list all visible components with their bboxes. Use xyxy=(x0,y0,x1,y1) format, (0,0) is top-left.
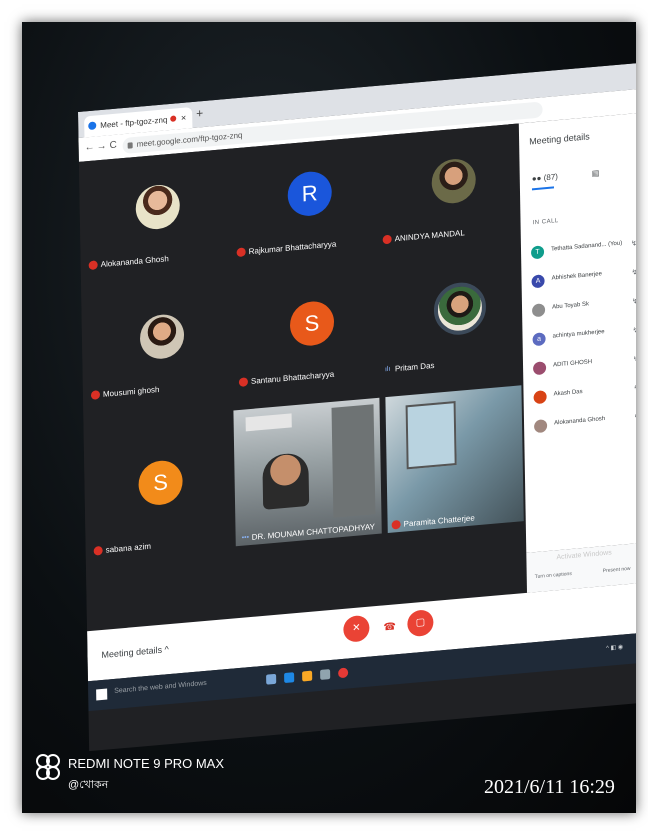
lock-icon xyxy=(127,142,133,149)
task-view-icon[interactable] xyxy=(266,673,277,685)
hang-up-icon[interactable]: ☎ xyxy=(383,621,396,633)
avatar xyxy=(135,183,181,231)
tab-people[interactable]: ●● (87) xyxy=(532,172,558,183)
back-button[interactable]: ← xyxy=(85,142,95,154)
present-button[interactable]: Present now xyxy=(603,566,631,574)
window xyxy=(405,401,457,470)
air-conditioner xyxy=(245,413,292,432)
participant-tile[interactable]: R Rajkumar Bhattacharyya xyxy=(225,136,373,269)
url-text: meet.google.com/ftp-tgoz-znq xyxy=(136,130,243,149)
windows-start-icon[interactable] xyxy=(96,688,108,701)
avatar xyxy=(433,280,487,337)
edge-icon[interactable] xyxy=(284,672,295,684)
participant-name: Tethatta Sadanand... (You) xyxy=(551,240,623,253)
participant-name: Alokananda Ghosh xyxy=(554,415,606,427)
participant-list: T Tethatta Sadanand... (You) ↯ A Abhishek B… xyxy=(530,233,636,445)
participant-name: Alokananda Ghosh xyxy=(100,254,169,270)
shelf xyxy=(331,404,376,518)
participant-name: Mousumi ghosh xyxy=(102,384,160,399)
taskbar-search[interactable]: Search the web and Windows xyxy=(114,680,207,695)
video-feed[interactable]: ••• DR. MOUNAM CHATTOPADHYAY xyxy=(233,397,382,547)
mic-off-icon xyxy=(391,520,401,531)
participant-name: ADITI GHOSH xyxy=(553,359,593,369)
close-tab-icon[interactable]: × xyxy=(181,108,187,129)
participant-tile[interactable]: ANINDYA MANDAL xyxy=(371,123,521,256)
participant-tile[interactable]: Mousumi ghosh xyxy=(81,279,229,412)
mic-icon: ↯ xyxy=(633,384,636,393)
mic-icon: ↯ xyxy=(631,240,636,248)
mic-off-icon xyxy=(236,247,246,258)
reload-button[interactable]: C xyxy=(110,140,117,152)
camera-off-icon[interactable]: ▢ xyxy=(407,609,434,638)
participant-tile[interactable]: S sabana azim xyxy=(83,409,231,562)
photo-timestamp: 2021/6/11 16:29 xyxy=(484,776,615,798)
participant-tile[interactable]: S Santanu Bhattacharyya xyxy=(227,266,375,399)
tab-title: Meet - ftp-tgoz-znq xyxy=(100,115,168,131)
mic-off-icon[interactable]: ✕ xyxy=(343,614,370,643)
mic-off-icon xyxy=(88,260,98,271)
panel-title: Meeting details xyxy=(529,131,590,147)
mic-icon: ↯ xyxy=(633,356,636,364)
participant-name: Santanu Bhattacharyya xyxy=(250,369,335,386)
monitor: Meet - ftp-tgoz-znq × + ← → C meet.googl… xyxy=(22,22,636,813)
video-feed[interactable]: Paramita Chatterjee xyxy=(385,385,524,533)
avatar: T xyxy=(530,245,545,260)
mic-icon: ↯ xyxy=(632,298,636,306)
avatar xyxy=(139,312,185,361)
avatar xyxy=(531,303,546,318)
participant-tile[interactable]: ılı Pritam Das xyxy=(373,253,523,386)
avatar xyxy=(532,361,547,376)
participant-name: sabana azim xyxy=(105,541,152,555)
section-label: IN CALL xyxy=(532,218,559,227)
participant-name: Rajkumar Bhattacharyya xyxy=(248,239,337,257)
mic-off-icon xyxy=(90,390,101,401)
file-explorer-icon[interactable] xyxy=(302,670,313,682)
avatar: S xyxy=(289,299,335,348)
participant-name: Akash Das xyxy=(553,388,583,398)
meeting-stage: Alokananda Ghosh R Rajkumar Bhattacharyy… xyxy=(78,123,528,632)
mic-icon: ↯ xyxy=(632,327,636,335)
participant-name: Abu Toyab Sk xyxy=(552,301,590,311)
participant-name: achintya mukherjee xyxy=(552,329,605,340)
speaking-icon: ılı xyxy=(384,366,391,374)
avatar xyxy=(534,419,548,434)
avatar xyxy=(431,157,477,206)
participant-tile[interactable]: Alokananda Ghosh xyxy=(79,149,227,282)
participant-name: Pritam Das xyxy=(394,360,435,374)
meet-icon xyxy=(88,121,97,131)
avatar: S xyxy=(138,458,183,507)
recording-icon xyxy=(170,115,177,122)
avatar: a xyxy=(532,332,546,347)
mic-icon: ↯ xyxy=(631,269,636,277)
photograph: Meet - ftp-tgoz-znq × + ← → C meet.googl… xyxy=(22,22,636,813)
phone-model: REDMI NOTE 9 PRO MAX xyxy=(68,756,225,771)
system-tray-icon: ^ ◧ ◉ xyxy=(606,644,624,652)
mic-icon: ↯ xyxy=(634,413,636,422)
mic-off-icon xyxy=(238,377,249,388)
participant-name: Abhishek Banerjee xyxy=(551,271,602,282)
avatar: R xyxy=(287,169,333,218)
participant-name: Paramita Chatterjee xyxy=(403,513,475,529)
new-tab-button[interactable]: + xyxy=(196,106,203,121)
participant-name: ANINDYA MANDAL xyxy=(394,228,465,244)
active-tab-indicator xyxy=(531,186,554,191)
speaking-icon: ••• xyxy=(241,534,250,543)
person xyxy=(262,451,310,510)
meeting-details-button[interactable]: Meeting details ^ xyxy=(101,644,168,660)
activate-windows-watermark: Activate Windows xyxy=(556,549,612,562)
screen: Meet - ftp-tgoz-znq × + ← → C meet.googl… xyxy=(78,63,636,752)
meeting-details-panel: Meeting details ●● (87) ▤ IN CALL T Tetha… xyxy=(518,113,636,553)
mic-off-icon xyxy=(93,546,103,557)
participant-name: DR. MOUNAM CHATTOPADHYAY xyxy=(251,522,375,542)
store-icon[interactable] xyxy=(320,669,331,680)
mic-off-icon xyxy=(382,235,392,245)
avatar xyxy=(533,390,547,405)
captions-button[interactable]: Turn on captions xyxy=(535,571,572,580)
forward-button[interactable]: → xyxy=(97,141,107,153)
avatar: A xyxy=(531,274,545,289)
tab-chat[interactable]: ▤ xyxy=(592,168,600,178)
camera-logo-icon xyxy=(36,754,60,790)
photographer-handle: @খোকন xyxy=(68,779,109,791)
chrome-icon[interactable] xyxy=(338,667,349,679)
